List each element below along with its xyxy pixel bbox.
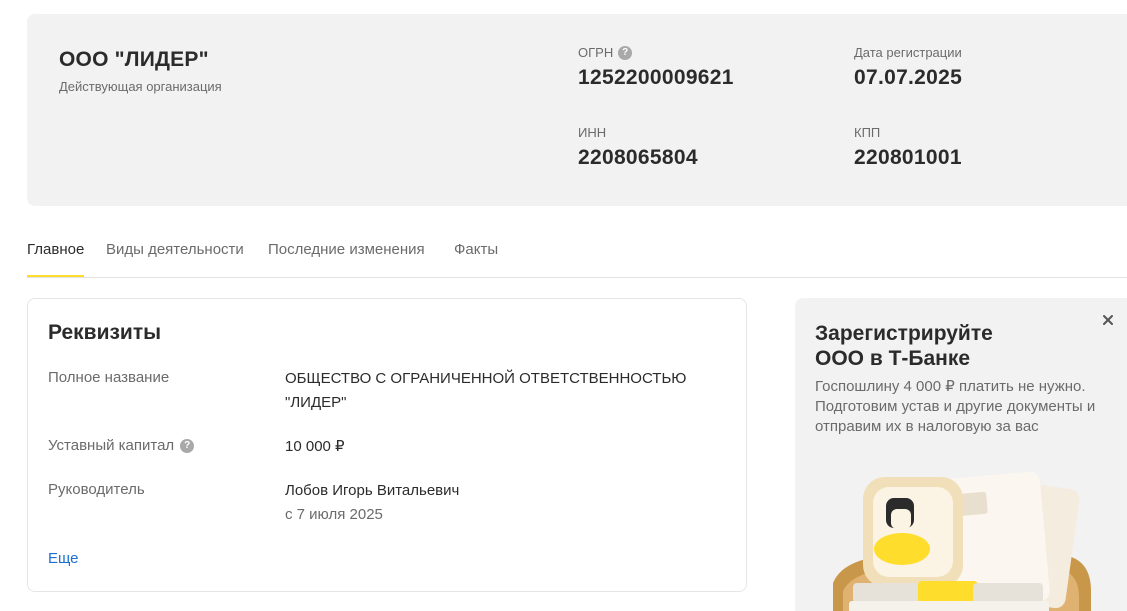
- inn-label: ИНН: [578, 125, 607, 140]
- promo-text-line2: Подготовим устав и другие документы и: [815, 398, 1096, 415]
- capital-label-row: Уставный капитал ?: [48, 437, 195, 454]
- full-name-label: Полное название: [48, 369, 170, 386]
- full-name-value: ОБЩЕСТВО С ОГРАНИЧЕННОЙ ОТВЕТСТВЕННОСТЬЮ…: [285, 367, 686, 415]
- more-link[interactable]: Еще: [48, 550, 79, 567]
- close-icon[interactable]: [1100, 312, 1116, 328]
- promo-text-line1: Госпошлину 4 000 ₽ платить не нужно.: [815, 378, 1086, 395]
- company-status: Действующая организация: [59, 79, 222, 94]
- full-name-line1: ОБЩЕСТВО С ОГРАНИЧЕННОЙ ОТВЕТСТВЕННОСТЬЮ: [285, 370, 687, 387]
- promo-text-line3: отправим их в налоговую за вас: [815, 418, 1039, 435]
- ogrn-value: 1252200009621: [578, 66, 734, 89]
- requisites-title: Реквизиты: [48, 321, 162, 344]
- company-name: ООО "ЛИДЕР": [59, 48, 209, 71]
- registration-date-value: 07.07.2025: [854, 66, 963, 89]
- requisites-card: Реквизиты Полное название ОБЩЕСТВО С ОГР…: [27, 298, 747, 592]
- help-icon[interactable]: ?: [180, 438, 195, 453]
- promo-title: Зарегистрируйте ООО в Т-Банке: [815, 321, 1075, 371]
- tab-recent-changes[interactable]: Последние изменения: [268, 241, 425, 277]
- promo-illustration: [833, 471, 1091, 611]
- tab-facts[interactable]: Факты: [454, 241, 498, 277]
- promo-title-line1: Зарегистрируйте: [815, 322, 993, 345]
- tab-activities[interactable]: Виды деятельности: [106, 241, 244, 277]
- capital-label: Уставный капитал: [48, 437, 175, 454]
- director-value: Лобов Игорь Витальевич с 7 июля 2025: [285, 479, 459, 527]
- promo-text: Госпошлину 4 000 ₽ платить не нужно. Под…: [815, 377, 1115, 437]
- registration-date-field: Дата регистрации 07.07.2025: [854, 45, 962, 90]
- ogrn-field: ОГРН ? 1252200009621: [578, 45, 734, 90]
- inn-value: 2208065804: [578, 146, 698, 169]
- registration-date-label: Дата регистрации: [854, 45, 962, 60]
- full-name-line2: "ЛИДЕР": [285, 394, 347, 411]
- ogrn-label: ОГРН: [578, 45, 614, 60]
- director-since: с 7 июля 2025: [285, 506, 383, 523]
- ogrn-label-row: ОГРН ?: [578, 45, 734, 60]
- help-icon[interactable]: ?: [618, 45, 633, 60]
- company-header-card: ООО "ЛИДЕР" Действующая организация ОГРН…: [27, 14, 1127, 206]
- kpp-field: КПП 220801001: [854, 125, 962, 170]
- director-label: Руководитель: [48, 481, 145, 498]
- tab-bar: Главное Виды деятельности Последние изме…: [27, 232, 1127, 278]
- kpp-label: КПП: [854, 125, 881, 140]
- kpp-value: 220801001: [854, 146, 962, 169]
- director-name: Лобов Игорь Витальевич: [285, 482, 460, 499]
- promo-title-line2: ООО в Т-Банке: [815, 347, 971, 370]
- tab-main[interactable]: Главное: [27, 241, 85, 277]
- capital-value: 10 000 ₽: [285, 438, 345, 455]
- promo-card: Зарегистрируйте ООО в Т-Банке Госпошлину…: [795, 298, 1127, 611]
- inn-field: ИНН 2208065804: [578, 125, 698, 170]
